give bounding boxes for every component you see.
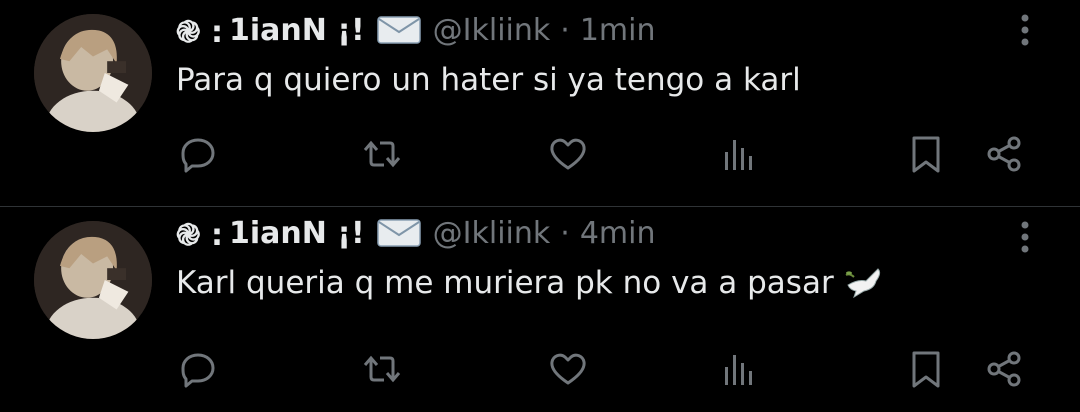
reply-icon[interactable] <box>178 349 218 389</box>
timestamp[interactable]: 1min <box>580 13 656 48</box>
retweet-icon[interactable] <box>362 349 402 389</box>
separator-dot: · <box>560 215 570 251</box>
spiral-icon: ֎ : <box>176 217 223 253</box>
bookmark-icon[interactable] <box>906 349 946 389</box>
like-icon[interactable] <box>548 134 588 174</box>
share-icon[interactable] <box>984 134 1024 174</box>
bookmark-icon[interactable] <box>906 134 946 174</box>
timestamp[interactable]: 4min <box>580 216 656 251</box>
user-handle[interactable]: @Ikliink <box>433 216 551 251</box>
like-icon[interactable] <box>548 349 588 389</box>
tweet-text: Para q quiero un hater si ya tengo a kar… <box>176 62 801 98</box>
retweet-icon[interactable] <box>362 134 402 174</box>
more-icon[interactable] <box>1010 217 1040 257</box>
tweet-header: ֎ : 1ianN ¡! @Ikliink · 1min <box>176 4 655 56</box>
views-icon[interactable] <box>720 349 760 389</box>
tweet-text: Karl queria q me muriera pk no va a pasa… <box>176 265 834 301</box>
tweet-actions <box>0 349 1080 395</box>
envelope-icon <box>376 15 421 45</box>
tweet[interactable]: ֎ : 1ianN ¡! @Ikliink · 1min Para q quie… <box>0 0 1080 206</box>
display-name[interactable]: 1ianN ¡! <box>229 216 365 251</box>
reply-icon[interactable] <box>178 134 218 174</box>
spiral-icon: ֎ : <box>176 14 223 50</box>
tweet-header: ֎ : 1ianN ¡! @Ikliink · 4min <box>176 207 655 259</box>
share-icon[interactable] <box>984 349 1024 389</box>
tweet-text-wrap: Karl queria q me muriera pk no va a pasa… <box>176 263 884 301</box>
views-icon[interactable] <box>720 134 760 174</box>
dove-icon <box>844 263 884 299</box>
avatar[interactable] <box>34 14 152 132</box>
tweet-actions <box>0 134 1080 180</box>
more-icon[interactable] <box>1010 10 1040 50</box>
avatar[interactable] <box>34 221 152 339</box>
display-name[interactable]: 1ianN ¡! <box>229 13 365 48</box>
envelope-icon <box>376 218 421 248</box>
tweet[interactable]: ֎ : 1ianN ¡! @Ikliink · 4min Karl queria… <box>0 206 1080 412</box>
separator-dot: · <box>560 12 570 48</box>
user-handle[interactable]: @Ikliink <box>433 13 551 48</box>
